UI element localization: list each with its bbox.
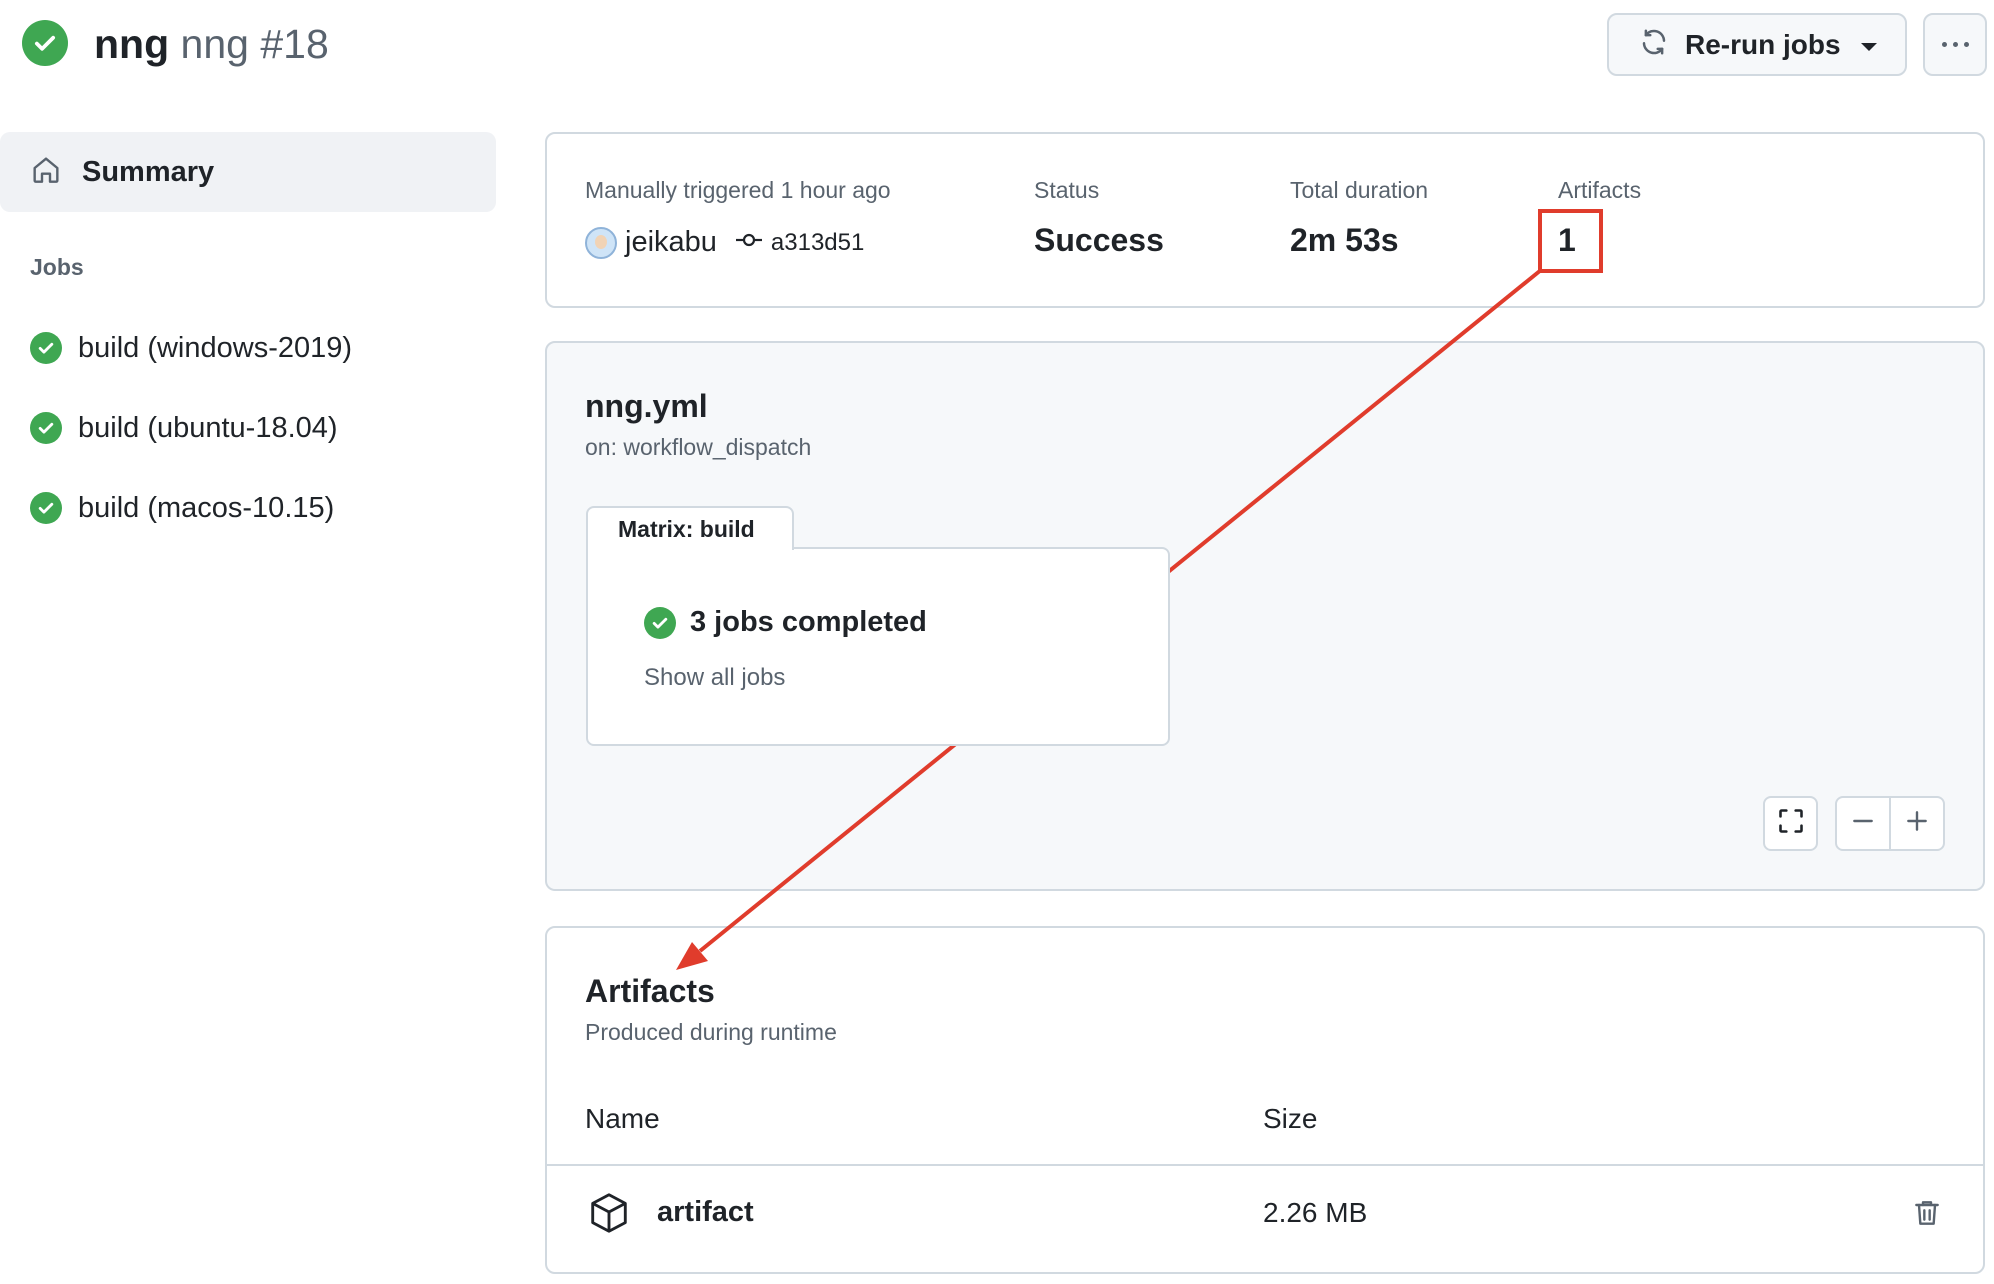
check-circle-icon bbox=[644, 606, 676, 639]
duration-value: 2m 53s bbox=[1290, 222, 1399, 258]
sidebar-job-item[interactable]: build (ubuntu-18.04) bbox=[30, 403, 470, 453]
commit-sha: a313d51 bbox=[770, 228, 865, 256]
jobs-completed-label: 3 jobs completed bbox=[690, 606, 927, 638]
git-commit-icon bbox=[735, 230, 763, 255]
annotation-highlight-box bbox=[1538, 209, 1603, 273]
run-status-success-icon bbox=[22, 20, 68, 66]
home-icon bbox=[30, 154, 62, 191]
zoom-out-button[interactable] bbox=[1837, 798, 1891, 849]
status-value: Success bbox=[1034, 222, 1164, 258]
check-circle-icon bbox=[30, 412, 62, 444]
job-label: build (macos-10.15) bbox=[78, 491, 335, 524]
delete-artifact-button[interactable] bbox=[1911, 1196, 1943, 1235]
jobs-heading: Jobs bbox=[30, 254, 84, 280]
actor-info: jeikabu a313d51 bbox=[585, 226, 864, 259]
show-all-jobs-link[interactable]: Show all jobs bbox=[644, 664, 785, 692]
trigger-label: Manually triggered 1 hour ago bbox=[585, 177, 891, 203]
workflow-file-name[interactable]: nng.yml bbox=[585, 388, 708, 425]
plus-icon bbox=[1904, 808, 1930, 839]
kebab-horizontal-icon bbox=[1941, 42, 1969, 47]
artifact-name-link[interactable]: artifact bbox=[657, 1196, 754, 1229]
zoom-controls bbox=[1835, 796, 1945, 851]
more-options-button[interactable] bbox=[1923, 13, 1987, 76]
avatar[interactable] bbox=[585, 226, 617, 259]
artifact-size: 2.26 MB bbox=[1263, 1197, 1368, 1228]
dash-icon bbox=[1850, 808, 1876, 839]
fullscreen-button[interactable] bbox=[1763, 796, 1818, 851]
matrix-job-box[interactable] bbox=[586, 547, 1170, 746]
sidebar-job-item[interactable]: build (macos-10.15) bbox=[30, 483, 470, 533]
sidebar-item-label: Summary bbox=[82, 155, 215, 188]
table-divider bbox=[547, 1164, 1983, 1166]
package-icon bbox=[586, 1190, 632, 1241]
commit-link[interactable]: a313d51 bbox=[735, 229, 864, 257]
status-label: Status bbox=[1034, 177, 1100, 203]
artifacts-count-label: Artifacts bbox=[1558, 177, 1642, 203]
sidebar-item-summary[interactable]: Summary bbox=[0, 132, 496, 212]
rerun-jobs-button[interactable]: Re-run jobs bbox=[1607, 13, 1907, 76]
workflow-trigger: on: workflow_dispatch bbox=[585, 434, 812, 460]
column-header-size: Size bbox=[1263, 1103, 1318, 1134]
zoom-in-button[interactable] bbox=[1891, 798, 1943, 849]
chevron-down-icon bbox=[1860, 42, 1877, 51]
matrix-label: Matrix: build bbox=[618, 515, 755, 542]
job-label: build (windows-2019) bbox=[78, 331, 353, 364]
matrix-tab: Matrix: build bbox=[586, 506, 794, 550]
artifacts-title: Artifacts bbox=[585, 973, 715, 1009]
actor-name[interactable]: jeikabu bbox=[625, 226, 717, 259]
sidebar-job-item[interactable]: build (windows-2019) bbox=[30, 323, 470, 373]
column-header-name: Name bbox=[585, 1103, 660, 1134]
job-label: build (ubuntu-18.04) bbox=[78, 411, 338, 444]
workflow-name[interactable]: nng bbox=[94, 21, 169, 67]
screen-full-icon bbox=[1777, 807, 1805, 840]
artifacts-subtitle: Produced during runtime bbox=[585, 1019, 837, 1045]
jobs-completed: 3 jobs completed bbox=[644, 606, 927, 639]
run-title: nng #18 bbox=[180, 21, 329, 67]
check-circle-icon bbox=[30, 492, 62, 524]
rerun-jobs-label: Re-run jobs bbox=[1685, 28, 1841, 60]
run-summary-card bbox=[545, 132, 1985, 308]
trash-icon bbox=[1911, 1201, 1943, 1234]
sync-icon bbox=[1639, 27, 1669, 62]
page-title: nng nng #18 bbox=[94, 16, 329, 72]
check-circle-icon bbox=[30, 332, 62, 364]
duration-label: Total duration bbox=[1290, 177, 1429, 203]
